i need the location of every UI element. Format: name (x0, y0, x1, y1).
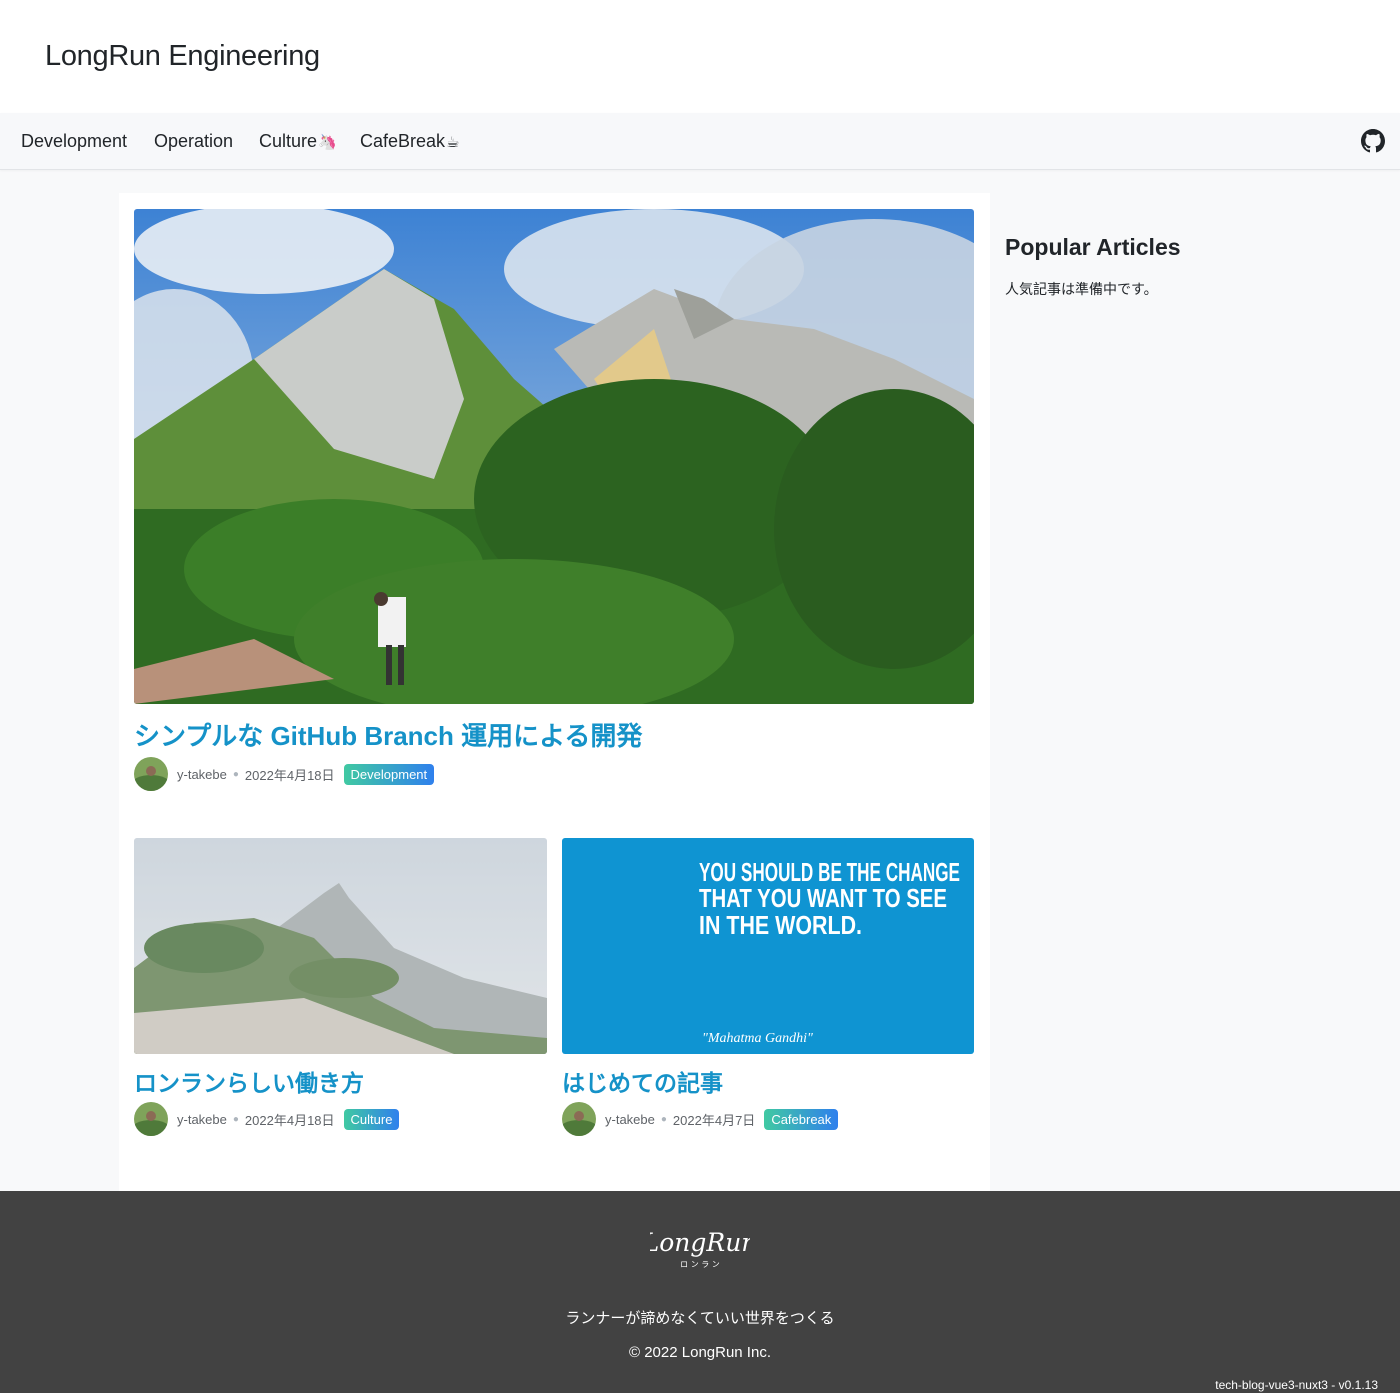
site-title[interactable]: LongRun Engineering (45, 40, 320, 73)
post-title[interactable]: はじめての記事 (562, 1064, 723, 1098)
nav-item-label: Operation (154, 131, 234, 151)
nav-item-culture[interactable]: Culture🦄 (259, 131, 337, 152)
post-meta: y-takebe ● 2022年4月7日 Cafebreak (562, 1102, 839, 1136)
site-header: LongRun Engineering (0, 0, 1400, 113)
avatar (562, 1102, 596, 1136)
logo-text: LongRun (650, 1228, 750, 1257)
quote-line: IN THE WORLD. (699, 910, 862, 940)
nav-item-cafebreak[interactable]: CafeBreak☕ (360, 131, 460, 152)
post-title[interactable]: ロンランらしい働き方 (134, 1064, 364, 1098)
avatar (134, 757, 168, 791)
quote-image: YOU SHOULD BE THE CHANGE THAT YOU WANT T… (562, 838, 974, 1054)
popular-articles-empty-text: 人気記事は準備中です。 (1005, 281, 1158, 297)
app-version: tech-blog-vue3-nuxt3 - v0.1.13 (1215, 1378, 1378, 1392)
post-date: 2022年4月18日 (244, 767, 335, 783)
nav-item-operation[interactable]: Operation (154, 131, 233, 152)
post-author[interactable]: y-takebe (177, 767, 227, 782)
post-author[interactable]: y-takebe (605, 1112, 655, 1127)
nav-item-label: Development (21, 131, 128, 151)
avatar (134, 1102, 168, 1136)
footer-copyright: © 2022 LongRun Inc. (629, 1344, 771, 1361)
featured-post-title[interactable]: シンプルな GitHub Branch 運用による開発 (134, 716, 642, 753)
quote-attribution: "Mahatma Gandhi" (702, 1031, 813, 1046)
quote-line: THAT YOU WANT TO SEE (699, 883, 947, 913)
post-date: 2022年4月7日 (672, 1112, 756, 1128)
misty-mountain-photo (134, 838, 547, 1054)
longrun-logo: LongRun ロ ン ラ ン (650, 1228, 750, 1269)
separator-dot: ● (232, 768, 239, 780)
separator-dot: ● (660, 1113, 667, 1125)
popular-articles-heading: Popular Articles (1005, 234, 1181, 260)
footer-tagline: ランナーが諦めなくていい世界をつくる (565, 1310, 835, 1327)
category-badge[interactable]: Cafebreak (764, 1108, 839, 1130)
coffee-icon: ☕ (446, 134, 460, 151)
separator-dot: ● (232, 1113, 239, 1125)
nav-item-development[interactable]: Development (21, 131, 127, 152)
mountain-ridge-runner-photo (134, 209, 974, 704)
post-author[interactable]: y-takebe (177, 1112, 227, 1127)
category-navbar: Development Operation Culture🦄 CafeBreak… (0, 113, 1400, 170)
github-icon[interactable] (1361, 129, 1385, 153)
post-meta: y-takebe ● 2022年4月18日 Culture (134, 1102, 400, 1136)
post-date: 2022年4月18日 (244, 1112, 335, 1128)
post-thumbnail[interactable] (134, 838, 547, 1054)
category-badge[interactable]: Development (343, 763, 435, 785)
nav-item-label: CafeBreak (360, 131, 446, 151)
logo-kana: ロ ン ラ ン (680, 1260, 720, 1269)
featured-post-thumbnail[interactable] (134, 209, 974, 704)
featured-post-meta: y-takebe ● 2022年4月18日 Development (134, 757, 435, 791)
unicorn-icon: 🦄 (318, 134, 337, 151)
site-footer: LongRun ロ ン ラ ン ランナーが諦めなくていい世界をつくる © 202… (0, 1191, 1400, 1393)
nav-item-label: Culture (259, 131, 318, 151)
post-thumbnail[interactable]: YOU SHOULD BE THE CHANGE THAT YOU WANT T… (562, 838, 974, 1054)
category-badge[interactable]: Culture (343, 1108, 400, 1130)
